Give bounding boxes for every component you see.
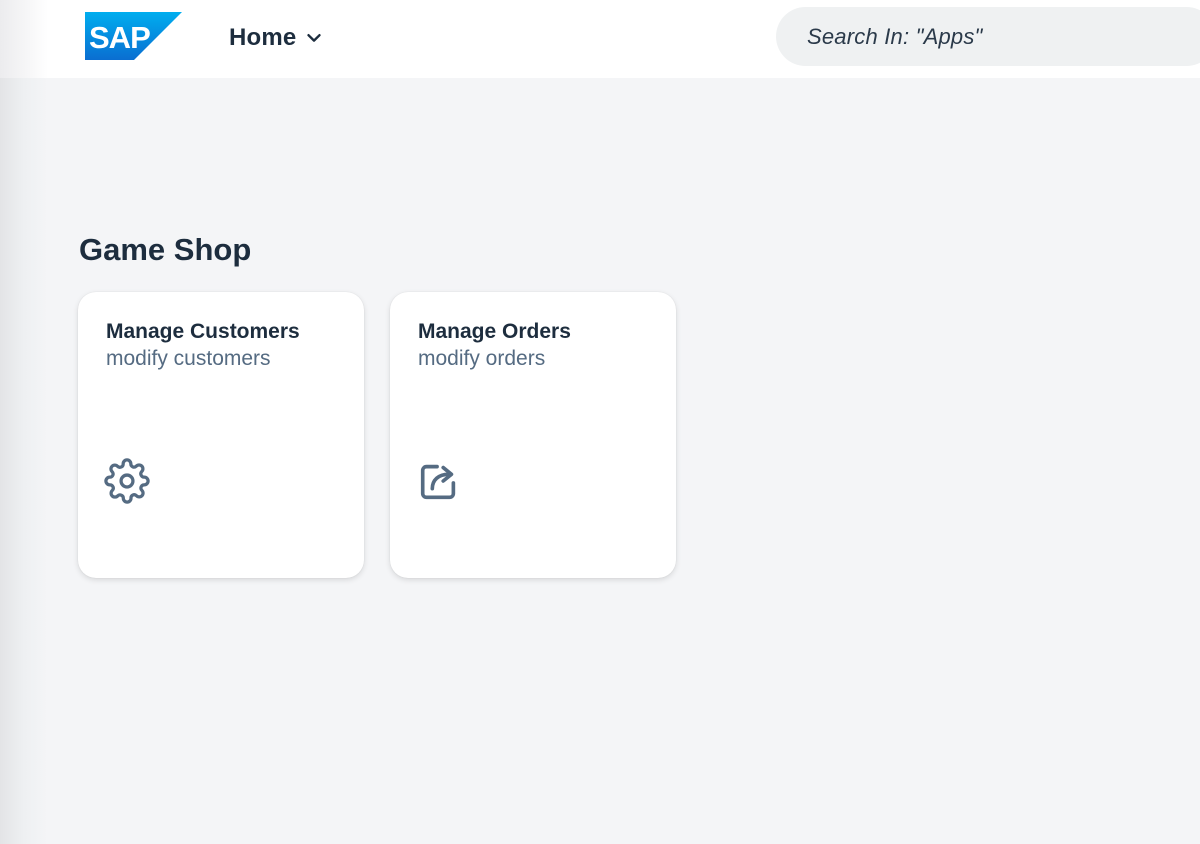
- launchpad-page: SAP Home Search In: "Apps" Game Shop Man…: [0, 0, 1200, 844]
- home-label: Home: [229, 24, 297, 51]
- group-title: Game Shop: [79, 232, 252, 267]
- chevron-down-icon: [307, 34, 322, 42]
- left-edge-shadow: [0, 0, 48, 844]
- home-menu-button[interactable]: Home: [229, 22, 322, 54]
- search-placeholder: Search In: "Apps": [807, 23, 983, 49]
- tile-manage-customers[interactable]: Manage Customers modify customers: [78, 292, 364, 578]
- tile-subtitle: modify customers: [106, 347, 271, 370]
- tile-subtitle: modify orders: [418, 347, 546, 370]
- tile-title: Manage Customers: [106, 320, 300, 343]
- tile-title: Manage Orders: [418, 320, 571, 343]
- search-field[interactable]: Search In: "Apps": [776, 7, 1200, 66]
- tile-manage-orders[interactable]: Manage Orders modify orders: [390, 292, 676, 578]
- sap-logo[interactable]: SAP: [85, 12, 182, 60]
- gear-icon: [104, 458, 150, 504]
- shell-bar: SAP Home Search In: "Apps": [0, 0, 1200, 78]
- sap-logo-text: SAP: [89, 20, 150, 55]
- share-icon: [416, 458, 462, 504]
